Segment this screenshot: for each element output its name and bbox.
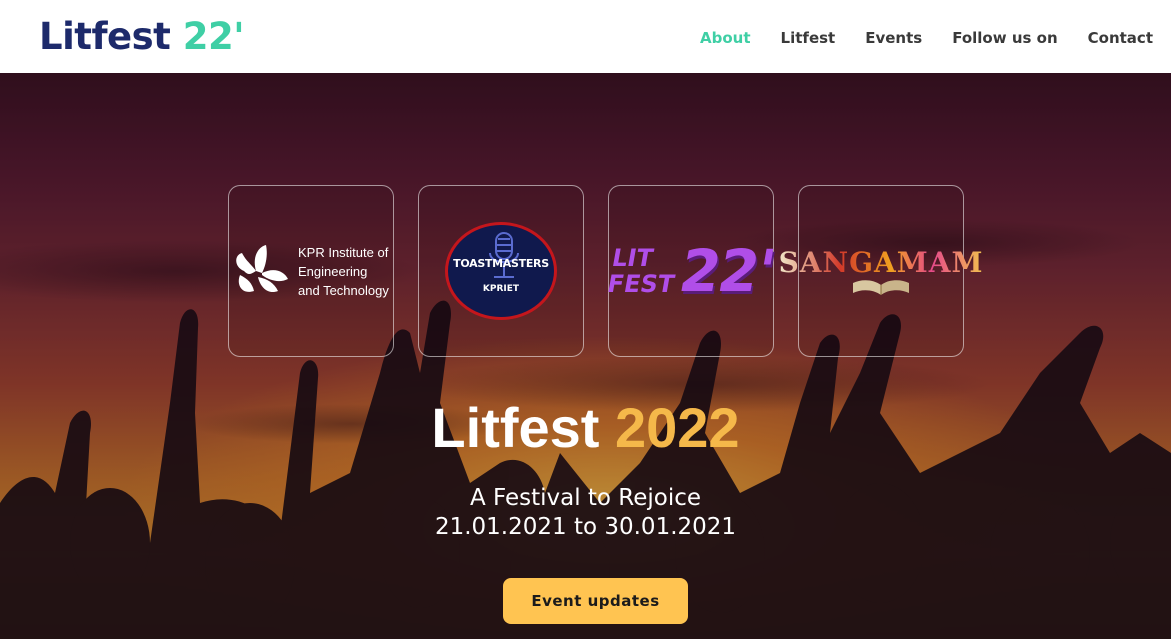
sangamam-logo: SANGAMAM — [779, 246, 984, 297]
hero-title-year: 2022 — [614, 396, 740, 459]
litfest-logo-card[interactable]: LIT FEST 22' — [605, 185, 778, 357]
hero-tagline: A Festival to Rejoice — [469, 485, 702, 511]
litfest-fest: FEST — [604, 270, 677, 298]
brand-accent: 22' — [182, 15, 245, 58]
toastmasters-word: TOASTMASTERS — [453, 256, 549, 270]
nav-litfest[interactable]: Litfest — [781, 29, 836, 47]
hero-dates: 21.01.2021 to 30.01.2021 — [434, 514, 737, 540]
sangamam-logo-card[interactable]: SANGAMAM — [779, 185, 982, 357]
nav-contact[interactable]: Contact — [1088, 29, 1153, 47]
main-nav: About Litfest Events Follow us on Contac… — [700, 29, 1153, 47]
toastmasters-sub: KPRIET — [482, 283, 520, 294]
litfest-lit: LIT — [609, 244, 655, 272]
toastmasters-logo-card[interactable]: TOASTMASTERS KPRIET — [418, 185, 584, 357]
nav-events[interactable]: Events — [865, 29, 922, 47]
brand-main: Litfest — [39, 15, 171, 58]
nav-follow-us-on[interactable]: Follow us on — [952, 29, 1057, 47]
site-header: Litfest 22' About Litfest Events Follow … — [0, 0, 1171, 73]
nav-about[interactable]: About — [700, 29, 751, 47]
litfest-logo: LIT FEST 22' — [604, 237, 779, 305]
brand-logo[interactable]: Litfest 22' — [39, 15, 245, 58]
hero-section: KPR Institute of Engineering and Technol… — [0, 73, 1171, 639]
toastmasters-logo: TOASTMASTERS KPRIET — [445, 222, 557, 320]
litfest-year: 22' — [673, 237, 779, 305]
hero-title: Litfest 2022 — [0, 395, 1171, 460]
kpr-logo-card[interactable]: KPR Institute of Engineering and Technol… — [228, 185, 394, 357]
hero-title-main: Litfest — [431, 396, 600, 459]
kpr-logo: KPR Institute of Engineering and Technol… — [232, 241, 390, 301]
partner-logos: KPR Institute of Engineering and Technol… — [228, 185, 982, 357]
event-updates-button[interactable]: Event updates — [503, 578, 688, 624]
open-book-icon — [853, 279, 909, 295]
kpr-name: KPR Institute of Engineering and Technol… — [298, 244, 389, 298]
kpr-leaf-icon — [236, 245, 288, 293]
sangamam-word: SANGAMAM — [778, 245, 984, 279]
